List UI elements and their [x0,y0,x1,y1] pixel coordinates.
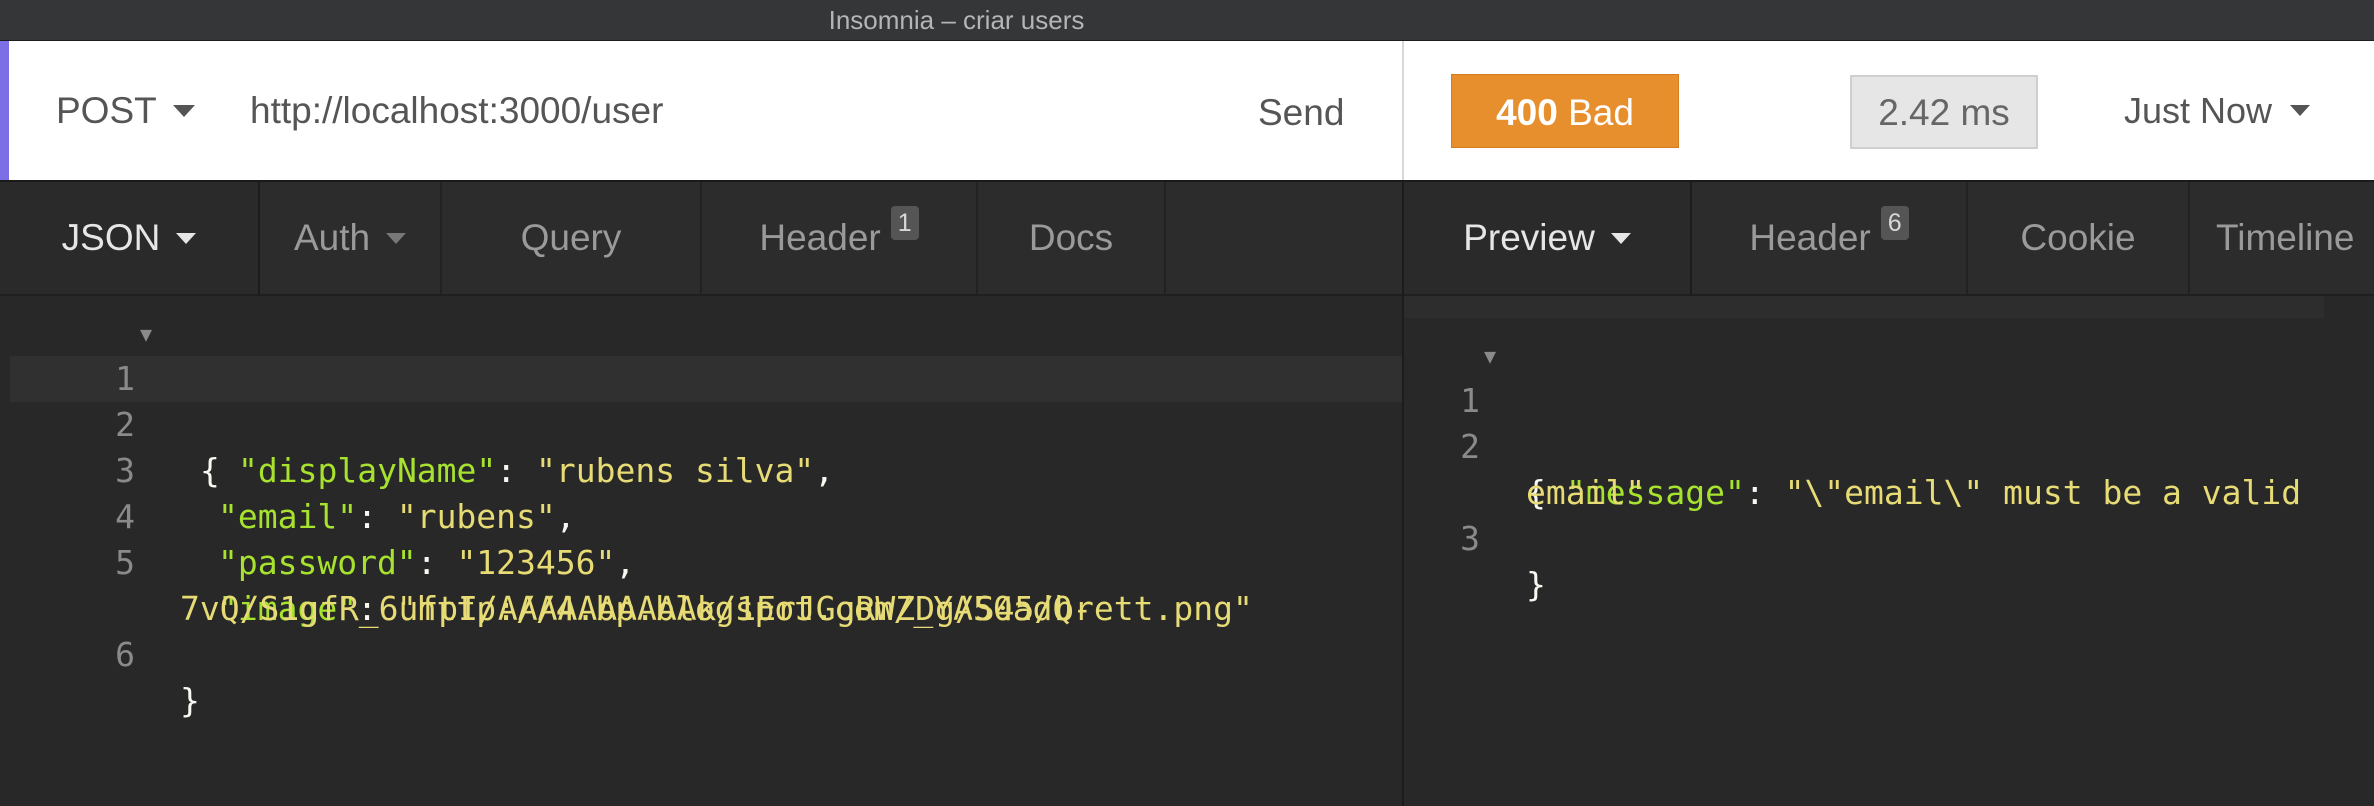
json-brace: } [1526,565,1546,604]
tab-json[interactable]: JSON [0,182,260,294]
chevron-down-icon [2290,105,2311,116]
code-line: 2 "message": "\"email\" must be a valid [1404,378,2301,512]
method-dropdown[interactable]: POST [56,41,195,180]
code-line: 1 ▼ { [0,310,220,490]
request-url-bar: POST http://localhost:3000/user Send [0,41,1404,180]
code-line: 3 } [1404,470,1546,604]
json-entry: "message": "\"email\" must be a valid [1566,473,2302,512]
json-key: "email" [218,497,358,536]
request-tab-bar: JSON Auth Query Header 1 Docs [0,182,1402,296]
history-dropdown[interactable]: Just Now [2124,41,2311,180]
url-input[interactable]: http://localhost:3000/user [250,41,663,180]
send-button[interactable]: Send [1258,41,1344,180]
line-number: 3 [1460,519,1480,558]
code-line-wrap: 7vQ/S1gfR_6ufpI/AAAAAAAAAAk/1ErJGgRWZDg/… [0,540,1253,628]
history-label: Just Now [2124,89,2273,131]
code-line-wrap: email" [1404,424,1645,512]
active-line-highlight [10,356,1402,402]
status-badge: 400 Bad Request [1451,74,1679,209]
tab-label: Docs [1028,217,1114,258]
method-label: POST [56,89,157,131]
line-number: 6 [115,635,135,674]
fold-arrow-icon[interactable]: ▼ [1484,333,1496,379]
tab-label: Cookie [2020,217,2136,258]
code-line: 4 "password": "123456", [0,448,635,582]
response-time-badge: 2.42 ms [1850,75,2038,149]
window-title-bar: Insomnia – criar users [0,0,2374,41]
tab-label: Timeline [2216,217,2355,258]
tab-query[interactable]: Query [442,182,702,294]
chevron-down-icon [172,104,195,117]
json-string: email" [1526,473,1646,512]
tab-cookie[interactable]: Cookie [1968,182,2190,294]
json-key: "password" [218,543,417,582]
header-count-badge: 6 [1880,206,1909,240]
json-brace: } [180,681,200,720]
response-tab-bar: Preview Header 6 Cookie Timeline [1404,182,2374,296]
json-entry: "password": "123456", [218,543,636,582]
request-body-editor[interactable]: 1 ▼ { 2 "displayName": "rubens silva", 3… [0,296,1402,806]
chevron-down-icon [1610,232,1631,244]
tab-label: Auth [293,217,371,258]
status-code: 400 [1496,92,1558,133]
json-string: "rubens" [396,497,556,536]
code-line: 3 "email": "rubens", [0,402,576,536]
tab-docs[interactable]: Docs [978,182,1166,294]
response-status-bar: 400 Bad Request 2.42 ms Just Now [1404,41,2374,209]
json-brace: { [200,451,220,490]
preview-toolbar-strip [1404,296,2324,318]
code-line: 6 } [0,586,200,720]
tab-label: JSON [61,217,161,258]
tab-preview[interactable]: Preview [1404,182,1692,294]
code-line: 1 ▼ { [1404,332,1546,512]
json-string: "rubens silva" [536,451,815,490]
chevron-down-icon [386,232,407,244]
tab-label: Query [520,217,622,258]
request-accent-stripe [0,41,9,180]
json-string: "123456" [456,543,616,582]
tab-timeline[interactable]: Timeline [2190,182,2374,294]
tab-response-header[interactable]: Header 6 [1692,182,1968,294]
tab-label: Preview [1463,217,1595,258]
json-string: 7vQ/S1gfR_6ufpI/AAAAAAAAAAk/1ErJGgRWZDg/… [180,589,1253,628]
code-line: 5 "image": "http://4.bp.blogspot.com/_YA… [0,494,1092,628]
json-entry: "email": "rubens", [218,497,576,536]
code-line: 2 "displayName": "rubens silva", [0,356,834,490]
tab-header[interactable]: Header 1 [702,182,978,294]
chevron-down-icon [176,232,197,244]
json-string: "\"email\" must be a valid [1784,473,2302,512]
tab-label: Header [1749,217,1871,258]
fold-arrow-icon[interactable]: ▼ [140,311,152,357]
response-preview[interactable]: 1 ▼ { 2 "message": "\"email\" must be a … [1404,296,2374,806]
header-count-badge: 1 [890,206,919,240]
tab-label: Header [759,217,881,258]
json-key: "displayName" [238,451,497,490]
json-entry: "displayName": "rubens silva", [238,451,835,490]
tab-auth[interactable]: Auth [260,182,442,294]
window-title: Insomnia – criar users [828,5,1085,35]
